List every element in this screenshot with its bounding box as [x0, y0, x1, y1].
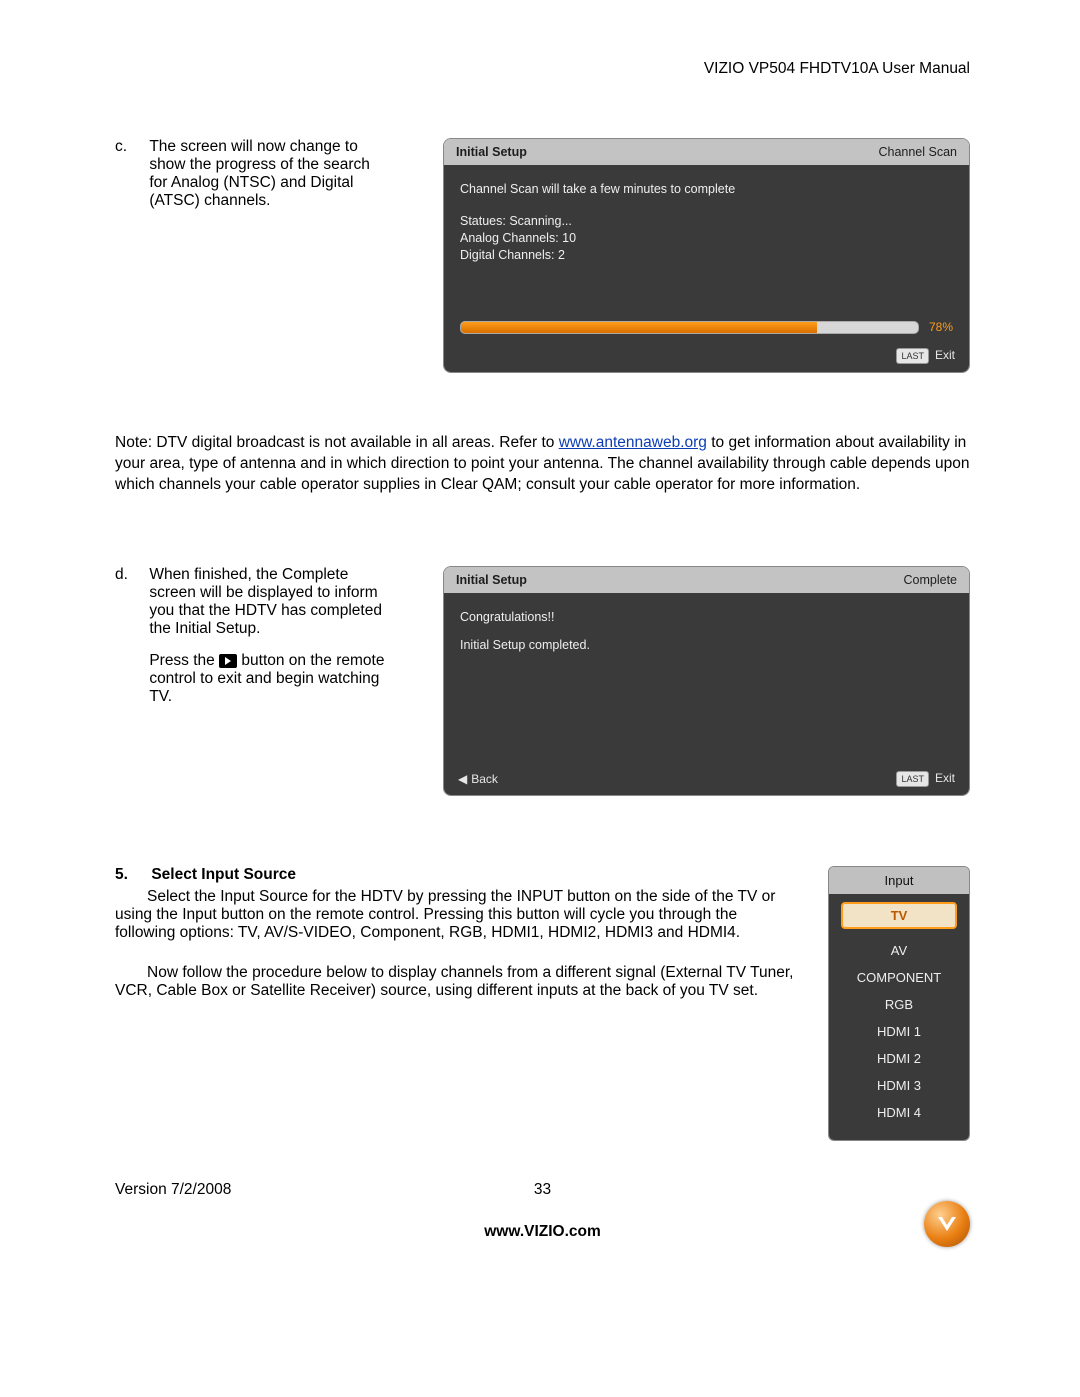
progress-bar [460, 321, 919, 334]
scan-digital: Digital Channels: 2 [460, 248, 953, 262]
progress-percent: 78% [929, 320, 953, 334]
section-d-text1: When finished, the Complete screen will … [149, 566, 389, 638]
manual-page: VIZIO VP504 FHDTV10A User Manual c. The … [0, 0, 1080, 1281]
exit-label: Exit [935, 771, 955, 787]
back-arrow-icon: ◀ [458, 772, 467, 786]
osd-complete: Initial Setup Complete Congratulations!!… [443, 566, 970, 796]
page-header: VIZIO VP504 FHDTV10A User Manual [115, 60, 970, 78]
exit-label: Exit [935, 348, 955, 364]
input-option-selected[interactable]: TV [841, 902, 957, 929]
section-d-press: Press the button on the remote control t… [149, 652, 389, 706]
page-footer: Version 7/2/2008 33 www.VIZIO.com [115, 1181, 970, 1241]
list-number: 5. [115, 866, 147, 884]
input-menu-title: Input [829, 867, 969, 894]
press-pre: Press the [149, 652, 219, 669]
setup-complete: Initial Setup completed. [460, 638, 953, 652]
section-d: d. When finished, the Complete screen wi… [115, 566, 970, 796]
input-option[interactable]: RGB [839, 991, 959, 1018]
antennaweb-link[interactable]: www.antennaweb.org [559, 434, 707, 451]
osd-title: Initial Setup [456, 145, 527, 159]
list-letter: c. [115, 138, 145, 156]
input-option[interactable]: HDMI 2 [839, 1045, 959, 1072]
input-option[interactable]: HDMI 1 [839, 1018, 959, 1045]
note-paragraph: Note: DTV digital broadcast is not avail… [115, 433, 970, 496]
input-option[interactable]: HDMI 4 [839, 1099, 959, 1126]
input-menu: Input TV AV COMPONENT RGB HDMI 1 HDMI 2 … [828, 866, 970, 1141]
osd-title: Initial Setup [456, 573, 527, 587]
version-label: Version 7/2/2008 [115, 1181, 231, 1199]
section-5: 5. Select Input Source Select the Input … [115, 866, 970, 1141]
scan-status: Statues: Scanning... [460, 214, 953, 228]
list-letter: d. [115, 566, 145, 584]
input-option[interactable]: AV [839, 937, 959, 964]
section-5-p2: Now follow the procedure below to displa… [115, 964, 798, 1000]
scan-analog: Analog Channels: 10 [460, 231, 953, 245]
page-number: 33 [534, 1181, 551, 1199]
section-5-p1: Select the Input Source for the HDTV by … [115, 888, 798, 942]
back-label: ◀ Back [458, 771, 498, 787]
input-option[interactable]: HDMI 3 [839, 1072, 959, 1099]
last-tag: LAST [896, 348, 929, 364]
back-text: Back [471, 772, 498, 786]
input-option[interactable]: COMPONENT [839, 964, 959, 991]
section-c-text: The screen will now change to show the p… [149, 138, 389, 210]
site-url: www.VIZIO.com [484, 1223, 601, 1241]
note-pre: Note: DTV digital broadcast is not avail… [115, 434, 559, 451]
vizio-logo-icon [924, 1201, 970, 1247]
congrats: Congratulations!! [460, 610, 953, 624]
last-tag: LAST [896, 771, 929, 787]
osd-subtitle: Channel Scan [878, 145, 957, 159]
section-5-heading: Select Input Source [151, 866, 296, 883]
osd-channel-scan: Initial Setup Channel Scan Channel Scan … [443, 138, 970, 373]
progress-fill [461, 322, 817, 333]
osd-subtitle: Complete [904, 573, 958, 587]
scan-msg: Channel Scan will take a few minutes to … [460, 182, 953, 196]
section-c: c. The screen will now change to show th… [115, 138, 970, 373]
play-icon [219, 654, 237, 668]
